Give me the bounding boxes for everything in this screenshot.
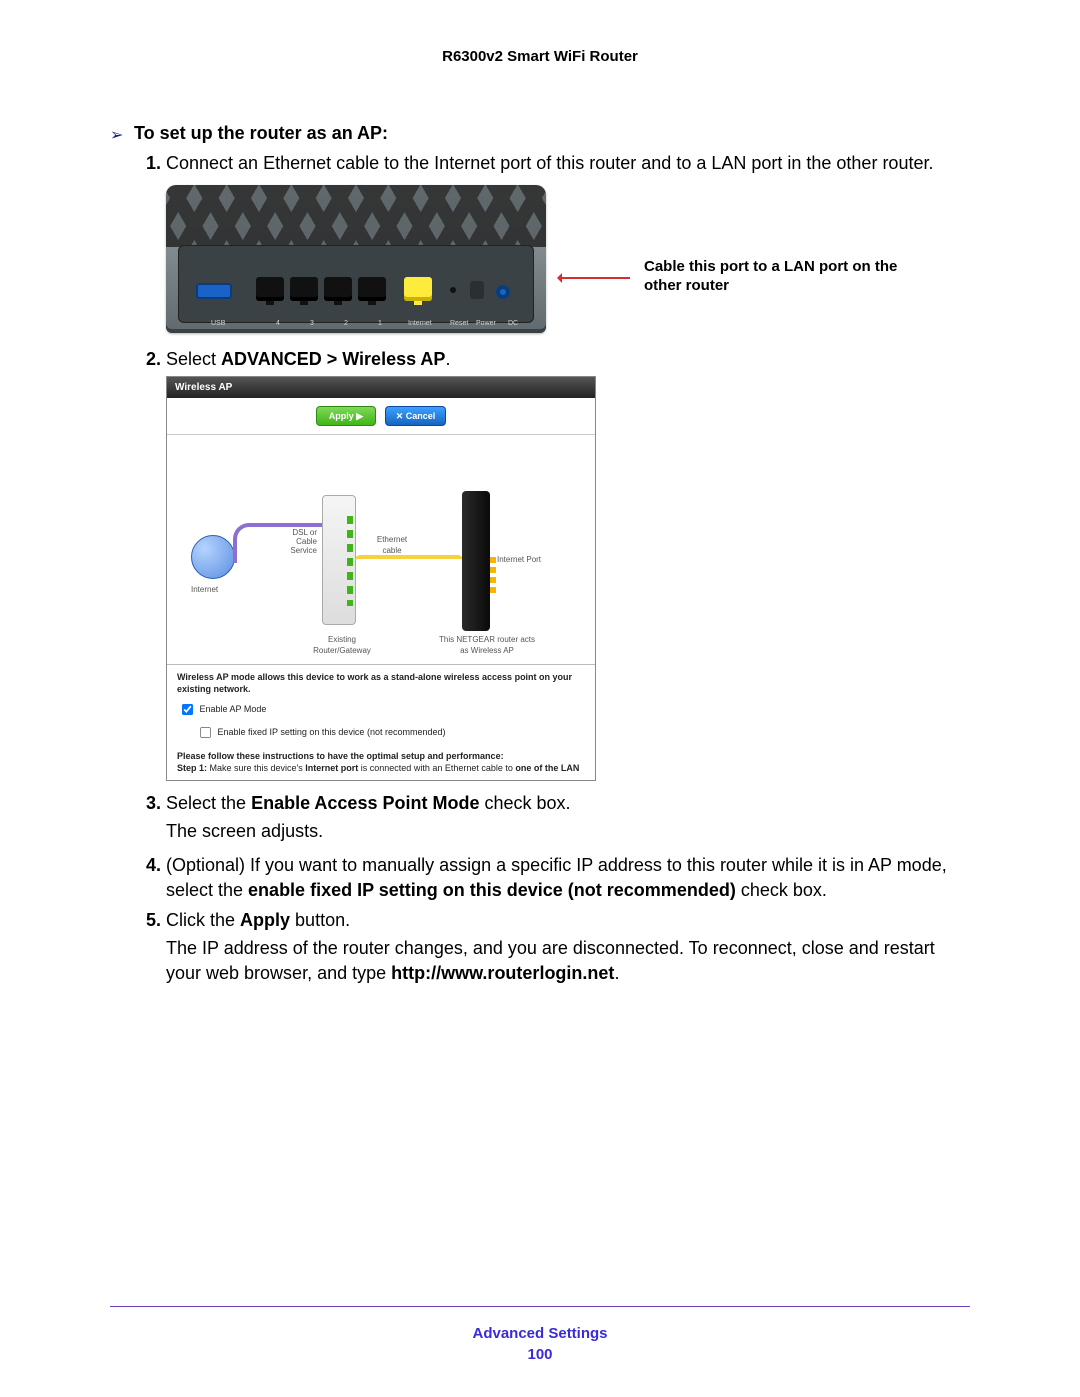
fixed-ip-label: Enable fixed IP setting on this device (… [218,726,446,736]
label-1: 1 [378,319,382,328]
enable-ap-mode-checkbox[interactable] [182,703,193,714]
ap-button-row: Apply ▶ ✕ Cancel [167,398,595,434]
step-3-pre: Select the [166,793,251,813]
step-1-text: Connect an Ethernet cable to the Interne… [166,153,933,173]
arrow-bullet-icon: ➢ [110,123,134,145]
ethernet-port-icon [324,277,352,301]
ap-topology-diagram: Internet DSL or Cable Service Existing R… [167,434,595,664]
section-heading: To set up the router as an AP: [134,123,388,144]
dc-jack-icon [496,285,510,299]
ap-step1-mid: Make sure this device's [210,763,306,773]
internet-port-icon [404,277,432,301]
label-power: Power [476,319,496,328]
step-1: Connect an Ethernet cable to the Interne… [166,151,970,333]
label-4: 4 [276,319,280,328]
step-3: Select the Enable Access Point Mode chec… [166,791,970,844]
apply-button[interactable]: Apply ▶ [316,406,376,426]
netgear-router-icon [462,491,490,631]
step-2-pre: Select [166,349,221,369]
ethernet-cable-label: Ethernet cable [367,535,417,557]
enable-ap-mode-label: Enable AP Mode [200,703,267,713]
step-5: Click the Apply button. The IP address o… [166,908,970,985]
ap-step1-mid2: is connected with an Ethernet cable to [358,763,515,773]
gateway-label: Existing Router/Gateway [307,635,377,657]
usb-port-icon [196,283,232,299]
ap-mode-description: Wireless AP mode allows this device to w… [177,671,585,695]
step-3-note: The screen adjusts. [166,819,970,843]
power-button-icon [470,281,484,299]
ethernet-port-icon [290,277,318,301]
router-back-illustration: USB 4 3 2 1 Internet Reset Power DC [166,185,546,333]
page-header-title: R6300v2 Smart WiFi Router [110,48,970,65]
step-5-pre: Click the [166,910,240,930]
step-5-bold: Apply [240,910,290,930]
gateway-icon [322,495,356,625]
enable-ap-mode-checkbox-row[interactable]: Enable AP Mode [177,700,585,719]
step-2-bold: ADVANCED > Wireless AP [221,349,445,369]
step-4-bold: enable fixed IP setting on this device (… [248,880,736,900]
step-4-post: check box. [736,880,827,900]
label-internet: Internet [408,319,432,328]
cancel-button[interactable]: ✕ Cancel [385,406,447,426]
ethernet-port-icon [256,277,284,301]
ethernet-port-icon [358,277,386,301]
callout-arrow-icon [560,277,630,279]
step-5-note-post: . [614,963,619,983]
label-usb: USB [211,319,225,328]
step-2-post: . [445,349,450,369]
wireless-ap-screenshot: Wireless AP Apply ▶ ✕ Cancel Internet DS… [166,376,596,781]
reset-pinhole-icon [450,287,456,293]
netgear-label: This NETGEAR router acts as Wireless AP [437,635,537,657]
footer-page-number: 100 [0,1346,1080,1363]
footer-section-title: Advanced Settings [0,1325,1080,1342]
fixed-ip-checkbox[interactable] [200,726,211,737]
label-dc: DC [508,319,518,328]
step-4: (Optional) If you want to manually assig… [166,853,970,902]
step-2: Select ADVANCED > Wireless AP. Wireless … [166,347,970,781]
ap-step1-prefix: Step 1: [177,763,210,773]
ap-step1-b2: one of the LAN [515,763,579,773]
ap-titlebar: Wireless AP [167,377,595,399]
label-3: 3 [310,319,314,328]
step-3-post: check box. [479,793,570,813]
page-footer: Advanced Settings 100 [0,1325,1080,1363]
step-5-note: The IP address of the router changes, an… [166,936,970,985]
label-reset: Reset [450,319,468,328]
step-3-bold: Enable Access Point Mode [251,793,479,813]
ap-step1-b1: Internet port [305,763,358,773]
internet-label: Internet [191,585,218,596]
internet-port-label: Internet Port [497,555,541,566]
ap-description-area: Wireless AP mode allows this device to w… [167,664,595,780]
step-5-post: button. [290,910,350,930]
section-heading-row: ➢ To set up the router as an AP: [110,123,970,145]
dsl-label: DSL or Cable Service [273,529,317,555]
label-2: 2 [344,319,348,328]
router-back-figure: USB 4 3 2 1 Internet Reset Power DC Ca [166,185,970,333]
ap-step1: Step 1: Make sure this device's Internet… [177,762,585,774]
step-5-note-bold: http://www.routerlogin.net [391,963,614,983]
footer-separator [110,1306,970,1307]
ap-instructions-heading: Please follow these instructions to have… [177,750,585,762]
internet-globe-icon [191,535,235,579]
callout-text: Cable this port to a LAN port on the oth… [644,257,904,296]
fixed-ip-checkbox-row[interactable]: Enable fixed IP setting on this device (… [195,723,585,742]
steps-list: Connect an Ethernet cable to the Interne… [134,151,970,985]
